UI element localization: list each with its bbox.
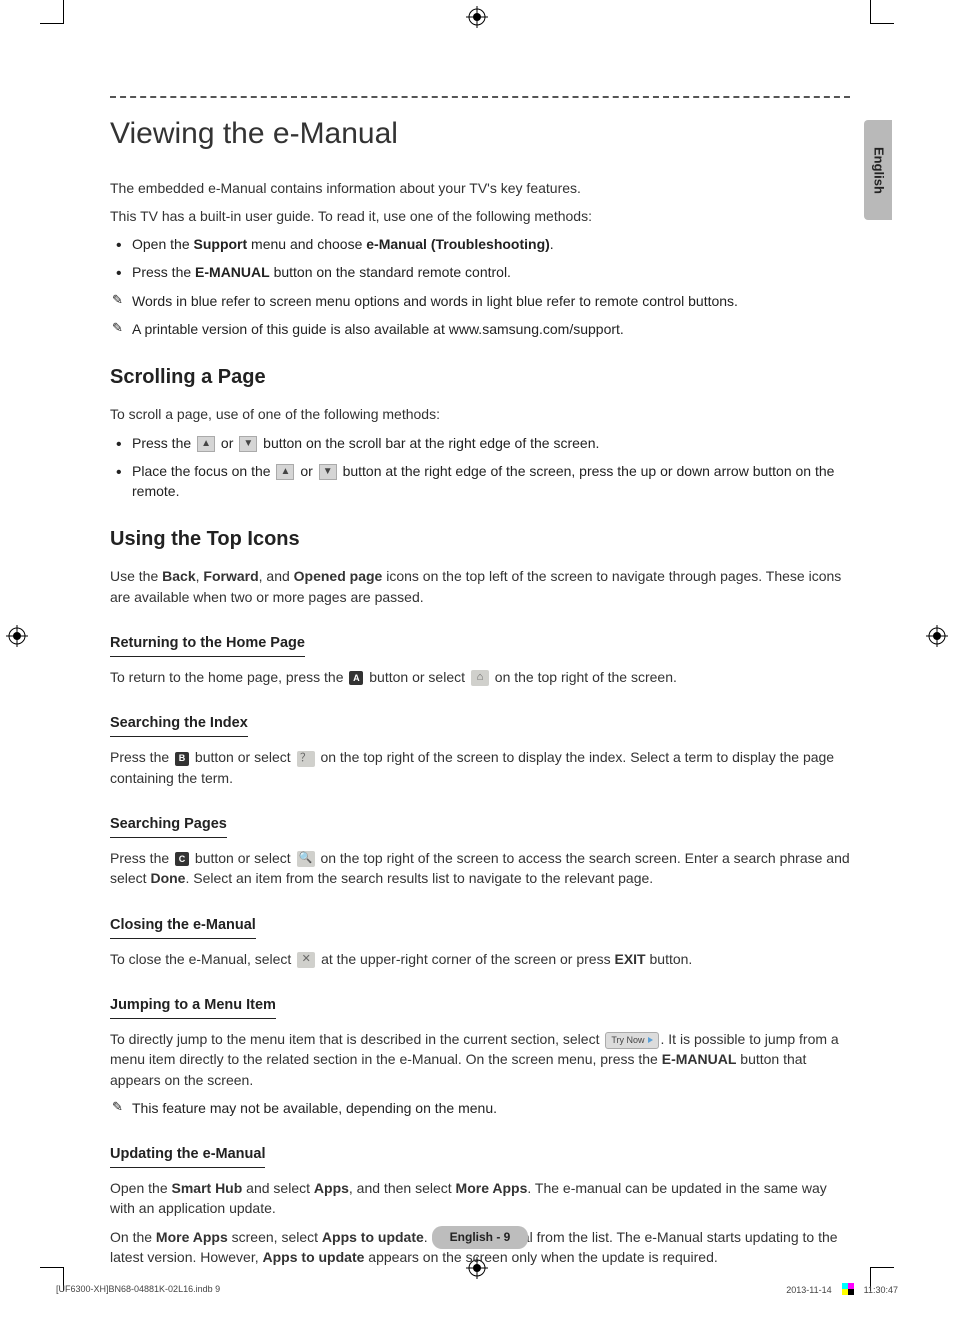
page-number-badge: English - 9 (432, 1226, 529, 1249)
crop-mark (870, 0, 894, 24)
color-registration-icon (842, 1283, 854, 1299)
body-text: To scroll a page, use of one of the foll… (110, 404, 850, 424)
imprint-filename: [UF6300-XH]BN68-04881K-02L16.indb 9 (56, 1283, 220, 1299)
list-item: Words in blue refer to screen menu optio… (110, 291, 850, 311)
body-text: To close the e-Manual, select ✕ at the u… (110, 949, 850, 969)
imprint-line: [UF6300-XH]BN68-04881K-02L16.indb 9 2013… (56, 1283, 898, 1299)
intro-text: The embedded e-Manual contains informati… (110, 178, 850, 198)
try-now-badge: Try Now (605, 1032, 658, 1049)
body-text: To return to the home page, press the A … (110, 667, 850, 687)
list-item: Press the E-MANUAL button on the standar… (110, 262, 850, 282)
divider (110, 96, 850, 98)
arrow-down-icon: ▼ (319, 464, 337, 480)
search-icon: 🔍 (297, 851, 315, 867)
subsection-updating: Updating the e-Manual (110, 1144, 265, 1168)
crop-mark (40, 0, 64, 24)
remote-key-a-icon: A (349, 671, 363, 685)
subsection-return-home: Returning to the Home Page (110, 633, 305, 657)
list-item: Press the ▲ or ▼ button on the scroll ba… (110, 433, 850, 453)
list-item: Open the Support menu and choose e-Manua… (110, 234, 850, 254)
page-title: Viewing the e-Manual (110, 112, 850, 156)
body-text: Use the Back, Forward, and Opened page i… (110, 566, 850, 607)
intro-note-list: Words in blue refer to screen menu optio… (110, 291, 850, 340)
body-text: Open the Smart Hub and select Apps, and … (110, 1178, 850, 1219)
list-item: A printable version of this guide is als… (110, 319, 850, 339)
registration-mark-icon (466, 6, 488, 28)
arrow-down-icon: ▼ (239, 436, 257, 452)
body-text: Press the C button or select 🔍 on the to… (110, 848, 850, 889)
arrow-up-icon: ▲ (276, 464, 294, 480)
list-item: Place the focus on the ▲ or ▼ button at … (110, 461, 850, 502)
list-item: This feature may not be available, depen… (110, 1098, 850, 1118)
page-content: Viewing the e-Manual The embedded e-Manu… (110, 96, 850, 1275)
body-text: Press the B button or select ？ on the to… (110, 747, 850, 788)
remote-key-b-icon: B (175, 752, 189, 766)
subsection-closing: Closing the e-Manual (110, 915, 256, 939)
page-footer: English - 9 (110, 1226, 850, 1249)
section-heading-scrolling: Scrolling a Page (110, 363, 850, 392)
play-icon (648, 1037, 653, 1043)
section-heading-top-icons: Using the Top Icons (110, 525, 850, 554)
subsection-search-index: Searching the Index (110, 713, 248, 737)
subsection-jumping: Jumping to a Menu Item (110, 995, 276, 1019)
jumping-note-list: This feature may not be available, depen… (110, 1098, 850, 1118)
close-icon: ✕ (297, 952, 315, 968)
language-tab-label: English (869, 147, 888, 194)
home-icon: ⌂ (471, 670, 489, 686)
scrolling-bullet-list: Press the ▲ or ▼ button on the scroll ba… (110, 433, 850, 502)
intro-text: This TV has a built-in user guide. To re… (110, 206, 850, 226)
registration-mark-icon (926, 625, 948, 647)
remote-key-c-icon: C (175, 852, 189, 866)
registration-mark-icon (6, 625, 28, 647)
intro-bullet-list: Open the Support menu and choose e-Manua… (110, 234, 850, 283)
imprint-date: 2013-11-14 (786, 1284, 831, 1297)
arrow-up-icon: ▲ (197, 436, 215, 452)
imprint-time: 11:30:47 (864, 1284, 898, 1297)
body-text: To directly jump to the menu item that i… (110, 1029, 850, 1090)
subsection-search-pages: Searching Pages (110, 814, 227, 838)
index-icon: ？ (297, 751, 315, 767)
language-tab: English (864, 120, 892, 220)
